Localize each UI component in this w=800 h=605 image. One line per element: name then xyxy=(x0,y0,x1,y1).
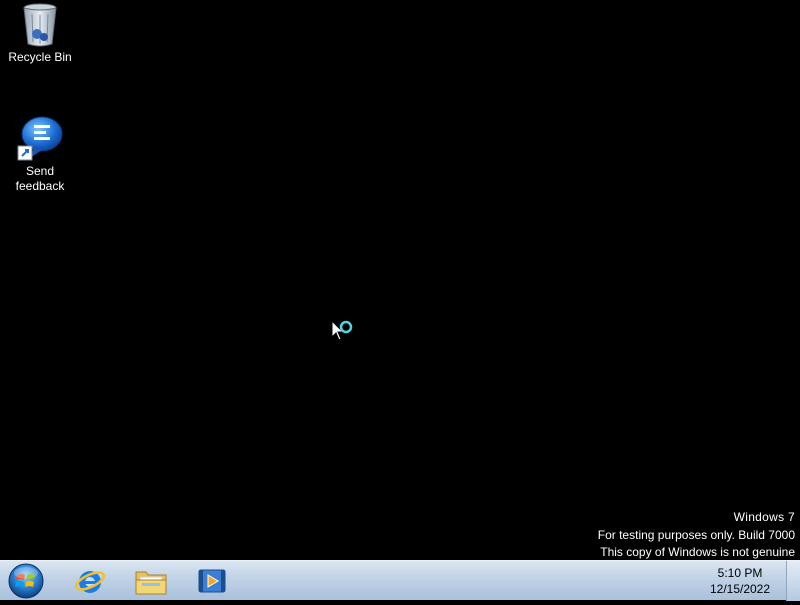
media-player-icon xyxy=(198,569,226,593)
taskbar-media-player[interactable] xyxy=(186,563,238,599)
send-feedback-shortcut[interactable]: Send feedback xyxy=(0,114,80,194)
watermark-genuine-notice: This copy of Windows is not genuine xyxy=(600,545,795,559)
clock-time: 5:10 PM xyxy=(717,566,763,580)
windows-watermark: Windows 7 For testing purposes only. Bui… xyxy=(598,509,795,562)
taskbar: 5:10 PM 12/15/2022 xyxy=(0,560,800,601)
taskbar-clock[interactable]: 5:10 PM 12/15/2022 xyxy=(700,565,780,597)
send-feedback-label-line1: Send xyxy=(25,164,55,178)
clock-date: 12/15/2022 xyxy=(709,582,771,596)
start-button[interactable] xyxy=(5,562,47,600)
send-feedback-label-line2: feedback xyxy=(15,179,65,193)
windows-explorer-icon xyxy=(135,571,167,595)
internet-explorer-icon xyxy=(74,571,106,593)
send-feedback-icon xyxy=(17,116,63,161)
windows-orb-icon xyxy=(8,563,44,599)
recycle-bin-shortcut[interactable]: Recycle Bin xyxy=(0,2,80,65)
recycle-bin-icon xyxy=(23,3,57,47)
watermark-build: For testing purposes only. Build 7000 xyxy=(597,527,795,542)
recycle-bin-label: Recycle Bin xyxy=(8,50,72,64)
show-desktop-button[interactable] xyxy=(786,561,800,601)
desktop-background[interactable]: Recycle Bin Send feedback Windows 7 For … xyxy=(0,0,800,560)
busy-cursor-icon xyxy=(331,320,353,341)
taskbar-internet-explorer[interactable] xyxy=(64,563,116,599)
taskbar-windows-explorer[interactable] xyxy=(125,563,177,599)
watermark-os-name: Windows 7 xyxy=(733,510,795,524)
